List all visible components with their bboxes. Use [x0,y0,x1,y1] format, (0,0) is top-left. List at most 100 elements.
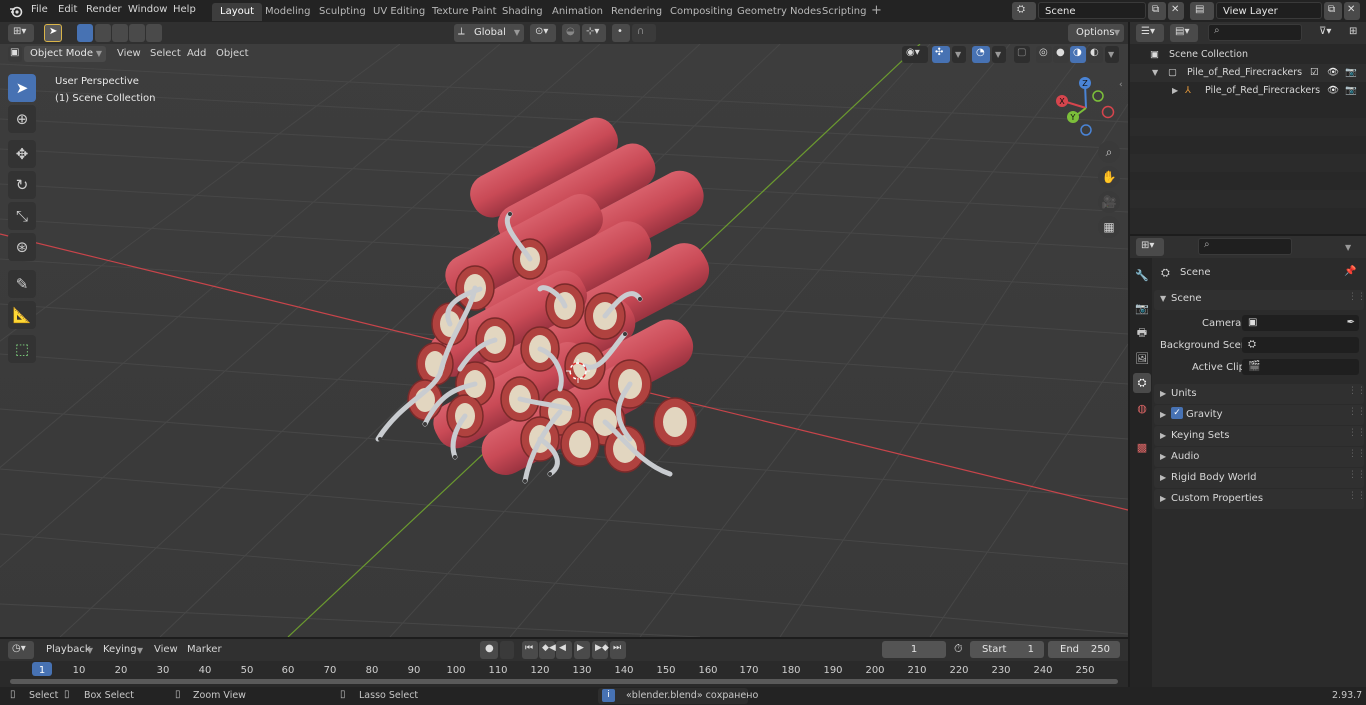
tab-modeling[interactable]: Modeling [257,3,319,21]
select-mode-invert-icon[interactable] [129,24,145,42]
expand-arrow-icon[interactable]: ▶ [1160,389,1166,398]
gizmo-toggle-icon[interactable]: ✣ [932,46,950,63]
transform-tool-icon[interactable]: ⊛ [8,233,36,261]
select-mode-intersect-icon[interactable] [146,24,162,42]
expand-arrow-icon[interactable]: ▶ [1160,431,1166,440]
exclude-checkbox-icon[interactable]: ☑ [1310,64,1319,82]
expand-arrow-icon[interactable]: ▶ [1160,494,1166,503]
drag-handle-icon[interactable]: ⋮⋮ [1348,470,1366,480]
scene-selector-icon[interactable]: ⛭ [1012,2,1036,20]
shading-material-icon[interactable]: ◑ [1070,46,1086,63]
properties-search-input[interactable] [1198,238,1292,255]
scene-name-field[interactable]: Scene [1038,2,1146,19]
cursor-tool-icon[interactable]: ⊕ [8,105,36,133]
blender-logo-icon[interactable] [9,4,23,18]
shading-dropdown-icon[interactable]: ▼ [1105,46,1119,63]
delete-view-layer-icon[interactable]: ✕ [1344,2,1360,20]
expand-arrow-icon[interactable]: ▶ [1160,410,1166,419]
timeline-menu-marker[interactable]: Marker [187,644,222,655]
drag-handle-icon[interactable]: ⋮⋮ [1348,449,1366,459]
tab-scripting[interactable]: Scripting [814,3,874,21]
rotate-tool-icon[interactable]: ↻ [8,171,36,199]
jump-keyframe-back-icon[interactable]: ◆◀ [539,641,556,659]
output-tab-icon[interactable]: 🖶 [1133,323,1151,343]
menu-render[interactable]: Render [86,4,122,15]
shading-rendered-icon[interactable]: ◐ [1087,46,1103,63]
viewport-menu-object[interactable]: Object [216,48,249,59]
outliner-filter-icon[interactable]: ⊽▾ [1314,24,1342,42]
snap-target-icon[interactable]: ⊹▾ [582,24,606,42]
drag-handle-icon[interactable]: ⋮⋮ [1348,386,1366,396]
outliner-editor-type-icon[interactable]: ☰▾ [1136,24,1164,42]
move-tool-icon[interactable]: ✥ [8,140,36,168]
timeline-editor-type-icon[interactable]: ◷▾ [8,641,34,659]
expand-arrow-icon[interactable]: ▶ [1172,82,1178,100]
proportional-edit-icon[interactable]: • [612,24,630,42]
shading-solid-icon[interactable]: ● [1053,46,1069,63]
eye-icon[interactable]: 👁 [1327,82,1339,100]
properties-options-icon[interactable]: ▼ [1340,238,1358,256]
tab-shading[interactable]: Shading [494,3,551,21]
camera-view-icon[interactable]: 🎥 [1098,191,1120,213]
camera-render-icon[interactable]: 📷 [1345,64,1357,82]
scene-tab-icon[interactable]: ⛭ [1133,373,1151,393]
navigation-gizmo[interactable]: Z X Y [1052,74,1122,144]
pin-icon[interactable]: 📌 [1344,266,1356,277]
active-clip-field[interactable]: 🎬 [1242,359,1359,375]
options-dropdown[interactable]: Options ▼ [1068,24,1124,42]
texture-tab-icon[interactable]: ▩ [1133,437,1151,457]
proportional-falloff-icon[interactable]: ∩ [632,24,656,42]
outliner-row-object[interactable]: ▶ ⅄ Pile_of_Red_Firecrackers 👁 📷 [1130,82,1366,100]
tool-select-icon[interactable]: ➤ [44,24,62,42]
sidebar-toggle-icon[interactable]: ‹ [1119,80,1123,90]
select-box-tool-icon[interactable]: ➤ [8,74,36,102]
viewport-menu-view[interactable]: View [117,48,141,59]
jump-start-icon[interactable]: ⏮ [522,641,538,659]
transform-orientation-dropdown[interactable]: ⟂ Global ▼ [454,24,524,42]
measure-tool-icon[interactable]: 📐 [8,301,36,329]
drag-handle-icon[interactable]: ⋮⋮ [1348,407,1366,417]
xray-toggle-icon[interactable]: ▢ [1014,46,1030,63]
tab-layout[interactable]: Layout [212,3,262,21]
stopwatch-icon[interactable]: ⏱ [954,642,963,656]
add-workspace-button[interactable]: + [871,3,882,18]
3d-viewport[interactable] [0,44,1128,637]
timeline-menu-view[interactable]: View [154,644,178,655]
drag-handle-icon[interactable]: ⋮⋮ [1348,491,1366,501]
new-view-layer-icon[interactable]: ⧉ [1324,2,1342,20]
view-layer-field[interactable]: View Layer [1216,2,1322,19]
expand-arrow-icon[interactable]: ▶ [1160,473,1166,482]
expand-arrow-icon[interactable]: ▼ [1152,64,1158,82]
expand-arrow-icon[interactable]: ▶ [1160,452,1166,461]
keying-menu[interactable]: Keying ▼ [98,641,146,659]
expand-arrow-icon[interactable]: ▼ [1160,294,1166,303]
gravity-checkbox[interactable]: ✓ [1171,407,1183,419]
visibility-icon[interactable]: ◉▾ [902,46,928,63]
gizmo-dropdown-icon[interactable]: ▼ [952,46,966,63]
viewport-menu-select[interactable]: Select [150,48,181,59]
end-frame-field[interactable]: End 250 [1048,641,1120,658]
jump-end-icon[interactable]: ⏭ [610,641,626,659]
new-collection-icon[interactable]: ⊞ [1346,24,1362,42]
tab-uv-editing[interactable]: UV Editing [365,3,433,21]
drag-handle-icon[interactable]: ⋮⋮ [1348,428,1366,438]
play-reverse-icon[interactable]: ◀ [556,641,572,659]
select-mode-new-icon[interactable] [77,24,93,42]
view-layer-tab-icon[interactable]: 🖼 [1133,348,1151,368]
select-mode-subtract-icon[interactable] [112,24,128,42]
outliner-display-mode-icon[interactable]: ▤▾ [1170,24,1198,42]
editor-type-icon[interactable]: ⊞▾ [8,24,34,42]
render-tab-icon[interactable]: 📷 [1133,298,1151,318]
menu-window[interactable]: Window [128,4,167,15]
menu-help[interactable]: Help [173,4,196,15]
tab-texture-paint[interactable]: Texture Paint [424,3,505,21]
shading-wireframe-icon[interactable]: ◎ [1036,46,1052,63]
delete-scene-icon[interactable]: ✕ [1168,2,1184,20]
tool-settings-tab-icon[interactable]: 🔧 [1133,265,1151,285]
object-mode-dropdown[interactable]: Object Mode ▼ [24,46,106,62]
properties-editor-type-icon[interactable]: ⊞▾ [1136,238,1164,256]
overlays-dropdown-icon[interactable]: ▼ [992,46,1006,63]
tab-animation[interactable]: Animation [544,3,611,21]
outliner-search-input[interactable] [1208,24,1302,41]
add-cube-tool-icon[interactable]: ⬚ [8,335,36,363]
